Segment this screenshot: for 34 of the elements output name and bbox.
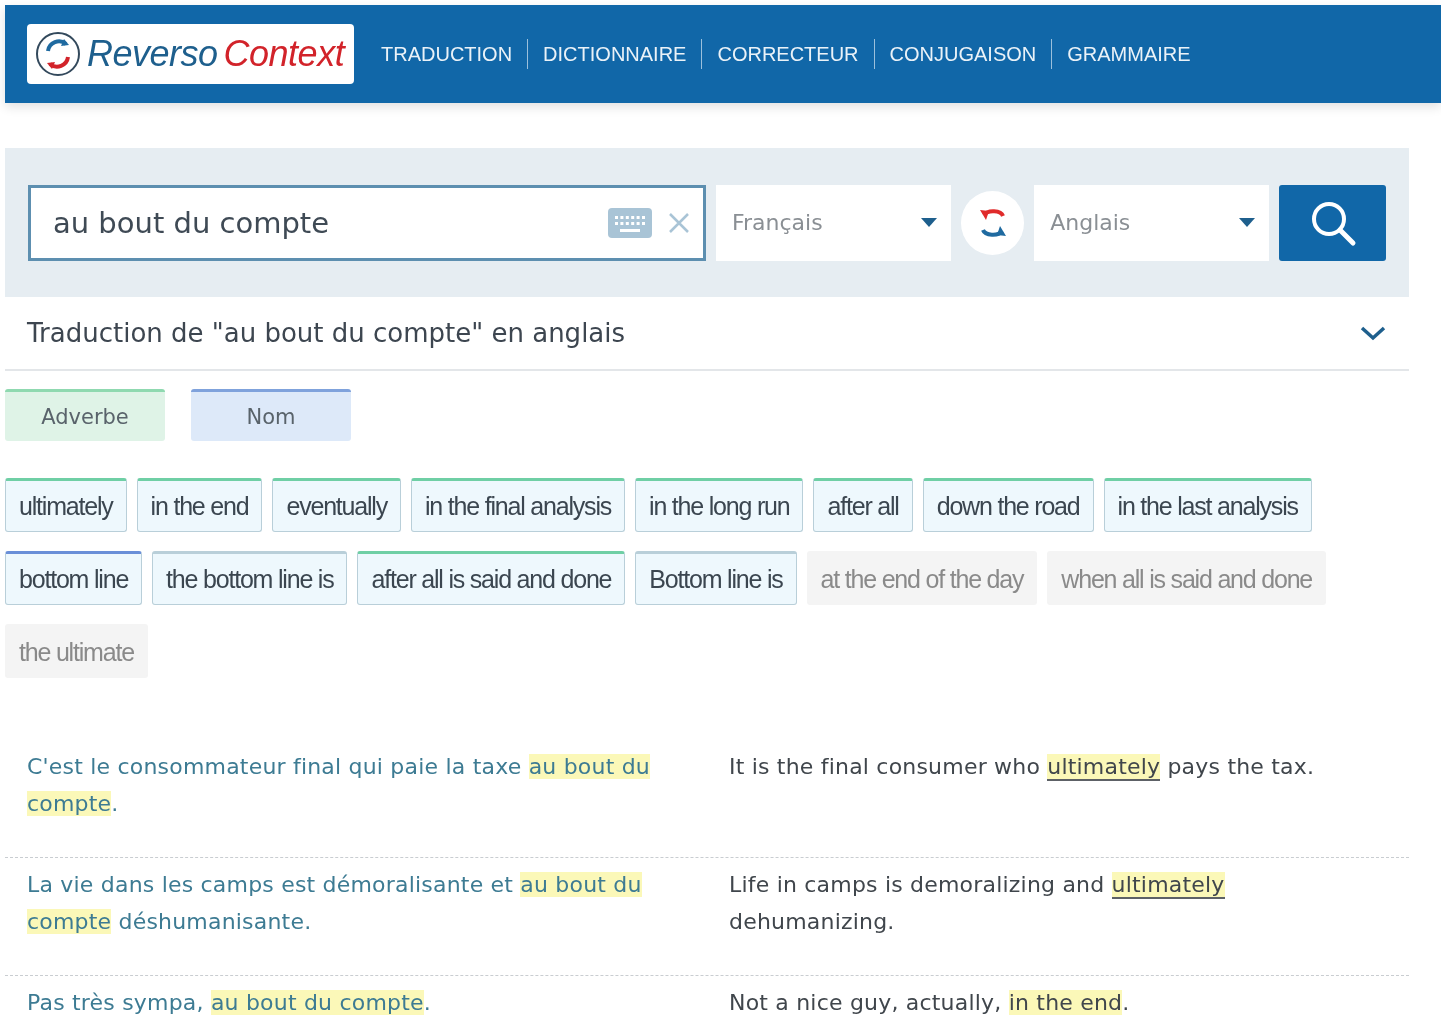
translation-chip[interactable]: after all is said and done — [357, 551, 626, 605]
translation-chip[interactable]: in the final analysis — [411, 478, 626, 532]
source-sentence: C'est le consommateur final qui paie la taxe au bout du compte. — [27, 753, 651, 818]
source-sentence: La vie dans les camps est démoralisante et au bout du compte déshumanisante. — [27, 871, 643, 936]
translation-chip[interactable]: eventually — [272, 478, 401, 532]
translated-sentence: Life in camps is demoralizing and ultimately dehumanizing. — [729, 871, 1226, 936]
nav-link[interactable]: GRAMMAIRE — [1052, 42, 1206, 66]
logo[interactable]: Reverso Context — [27, 24, 354, 84]
search-button[interactable] — [1279, 184, 1386, 261]
translation-chip[interactable]: ultimately — [5, 478, 127, 532]
translated-sentence: Not a nice guy, actually, in the end. — [729, 989, 1131, 1017]
nav-link[interactable]: DICTIONNAIRE — [528, 42, 702, 66]
collapse-button[interactable] — [1359, 324, 1387, 342]
logo-text: Context — [223, 33, 345, 75]
translation-chip[interactable]: Bottom line is — [635, 551, 797, 605]
nav-link[interactable]: CONJUGAISON — [874, 42, 1052, 66]
nav-link[interactable]: TRADUCTION — [366, 42, 528, 66]
translation-chip[interactable]: in the end — [136, 478, 263, 532]
category-tab[interactable]: Nom — [191, 389, 351, 441]
dropdown-caret-icon — [1239, 218, 1255, 227]
translation-chip[interactable]: in the last analysis — [1103, 478, 1312, 532]
translation-chip[interactable]: in the long run — [635, 478, 804, 532]
translation-chip[interactable]: the bottom line is — [152, 551, 348, 605]
dropdown-caret-icon — [920, 218, 937, 227]
translation-chip[interactable]: bottom line — [5, 551, 143, 605]
category-tab[interactable]: Adverbe — [5, 389, 165, 441]
swap-arrows-icon — [35, 31, 81, 77]
source-sentence: Pas très sympa, au bout du compte. — [27, 989, 432, 1017]
translated-sentence: It is the final consumer who ultimately pays the tax. — [729, 753, 1316, 783]
result-heading: Traduction de "au bout du compte" en anglais — [27, 318, 626, 348]
translation-chip[interactable]: down the road — [922, 478, 1094, 532]
nav-link[interactable]: CORRECTEUR — [702, 42, 874, 66]
logo-text: Reverso — [87, 33, 218, 75]
translation-chip[interactable]: after all — [813, 478, 913, 532]
